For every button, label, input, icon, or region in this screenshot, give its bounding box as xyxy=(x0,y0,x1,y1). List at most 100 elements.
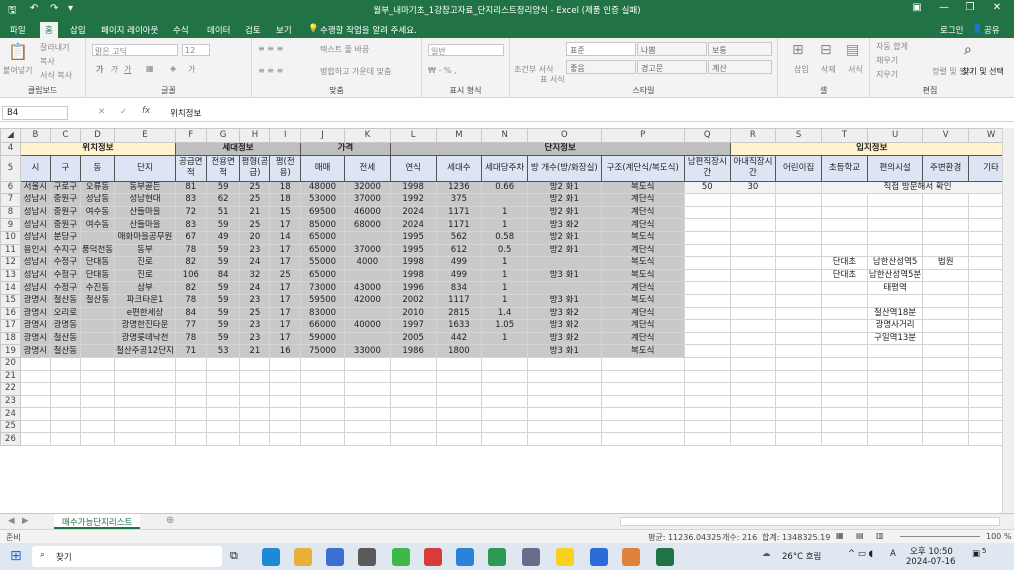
vertical-scrollbar[interactable] xyxy=(1002,128,1014,513)
cell[interactable]: 방3 화2 xyxy=(527,319,602,333)
cell[interactable]: 방3 화1 xyxy=(527,268,602,283)
cell[interactable] xyxy=(729,394,777,409)
cell[interactable]: 태평역 xyxy=(866,281,924,295)
row-header[interactable]: 13 xyxy=(0,268,21,283)
cell[interactable] xyxy=(729,293,777,308)
cell[interactable]: 53 xyxy=(205,344,241,358)
cell[interactable] xyxy=(481,394,529,409)
cell[interactable]: 광명시 xyxy=(19,293,51,308)
cell[interactable] xyxy=(821,243,868,258)
cell[interactable] xyxy=(389,356,437,371)
cell[interactable] xyxy=(729,306,777,321)
cell[interactable] xyxy=(79,432,116,447)
cell[interactable] xyxy=(775,407,823,421)
cell[interactable]: 85000 xyxy=(300,218,345,232)
cell[interactable] xyxy=(775,180,823,195)
cell[interactable] xyxy=(775,268,823,283)
cell[interactable]: 55000 xyxy=(300,256,345,270)
cell[interactable]: 성남시 xyxy=(19,256,51,270)
find-select-button[interactable]: 찾기 및 선택 xyxy=(962,66,1004,77)
subheader-cell[interactable]: 단지 xyxy=(114,154,176,182)
subheader-cell[interactable]: 평형(공급) xyxy=(239,154,271,182)
cell[interactable]: 성남현대 xyxy=(114,193,176,207)
tab-view[interactable]: 보기 xyxy=(276,24,292,36)
cell[interactable]: 1992 xyxy=(389,193,437,207)
cell[interactable]: 81 xyxy=(174,180,207,195)
row-header[interactable]: 18 xyxy=(0,331,21,346)
share-button[interactable]: 공유 xyxy=(984,24,1000,36)
cell[interactable] xyxy=(435,356,483,371)
cell[interactable] xyxy=(114,394,176,409)
cell[interactable]: 59000 xyxy=(300,331,345,346)
cell[interactable]: 72 xyxy=(174,205,207,220)
cell[interactable] xyxy=(922,344,970,358)
font-name-select[interactable]: 맑은 고딕 xyxy=(92,44,178,56)
cell[interactable]: 83 xyxy=(174,193,207,207)
cell[interactable]: 중원구 xyxy=(49,193,81,207)
cell[interactable] xyxy=(922,205,970,220)
cell[interactable]: 37000 xyxy=(343,243,391,258)
subheader-cell[interactable]: 매매 xyxy=(300,154,345,182)
cell[interactable]: 1995 xyxy=(389,230,437,245)
cell[interactable]: 복도식 xyxy=(600,293,685,308)
cell[interactable] xyxy=(866,394,924,409)
subheader-cell[interactable]: 공급면적 xyxy=(174,154,207,182)
cell[interactable]: 방2 화1 xyxy=(527,193,602,207)
cell[interactable]: 43000 xyxy=(343,281,391,295)
cell[interactable] xyxy=(866,344,924,358)
cell[interactable] xyxy=(389,407,437,421)
tray-icons[interactable]: ^ ▭ ◖ xyxy=(848,549,873,559)
style-normal[interactable]: 표준 xyxy=(566,42,636,56)
cell[interactable] xyxy=(775,205,823,220)
cell[interactable]: 84 xyxy=(174,306,207,321)
cell[interactable] xyxy=(239,369,271,384)
cell[interactable] xyxy=(866,230,924,245)
cell[interactable] xyxy=(775,281,823,295)
cell[interactable] xyxy=(821,205,868,220)
tell-me-input[interactable]: 수행할 작업을 알려 주세요. xyxy=(320,24,417,36)
cell[interactable]: 1998 xyxy=(389,180,437,195)
cell[interactable]: 서울시 xyxy=(19,180,51,195)
cell[interactable] xyxy=(729,369,777,384)
cell[interactable]: 62 xyxy=(205,193,241,207)
cell[interactable] xyxy=(600,356,685,371)
cell[interactable] xyxy=(683,394,731,409)
cell[interactable] xyxy=(527,407,602,421)
cell[interactable]: 25 xyxy=(239,218,271,232)
cell[interactable]: 375 xyxy=(435,193,483,207)
cell[interactable] xyxy=(389,382,437,396)
cell[interactable]: 106 xyxy=(174,268,207,283)
cell[interactable] xyxy=(343,394,391,409)
cell[interactable]: 14 xyxy=(269,230,302,245)
column-header[interactable]: J xyxy=(300,128,345,143)
cell[interactable]: 1998 xyxy=(389,268,437,283)
cell[interactable]: 51 xyxy=(205,205,241,220)
cell[interactable] xyxy=(174,407,207,421)
cell[interactable]: 복도식 xyxy=(600,230,685,245)
cell[interactable]: 성남시 xyxy=(19,205,51,220)
file-explorer-icon[interactable] xyxy=(294,548,312,566)
wrap-text-button[interactable]: 텍스트 줄 바꿈 xyxy=(320,44,369,55)
cell[interactable]: 계단식 xyxy=(600,205,685,220)
header-site[interactable]: 입지정보 xyxy=(729,142,1014,156)
row-header[interactable]: 15 xyxy=(0,293,21,308)
cell[interactable]: 계단식 xyxy=(600,331,685,346)
cell[interactable]: 84 xyxy=(205,268,241,283)
cell[interactable]: 진로 xyxy=(114,268,176,283)
cell[interactable]: 66000 xyxy=(300,319,345,333)
cell[interactable]: 75000 xyxy=(300,344,345,358)
cell[interactable]: 1995 xyxy=(389,243,437,258)
cell[interactable]: 복도식 xyxy=(600,180,685,195)
header-unit[interactable]: 세대정보 xyxy=(174,142,302,156)
cell[interactable] xyxy=(729,344,777,358)
cell[interactable]: 59 xyxy=(205,331,241,346)
autosum-button[interactable]: 자동 합계 xyxy=(876,41,908,52)
cell[interactable] xyxy=(343,432,391,447)
column-header[interactable]: T xyxy=(821,128,868,143)
cell[interactable] xyxy=(239,432,271,447)
cell[interactable] xyxy=(343,382,391,396)
app-icon[interactable] xyxy=(424,548,442,566)
cell[interactable] xyxy=(821,331,868,346)
cell[interactable] xyxy=(922,230,970,245)
ribbon-display-icon[interactable]: ▣ xyxy=(905,2,929,13)
